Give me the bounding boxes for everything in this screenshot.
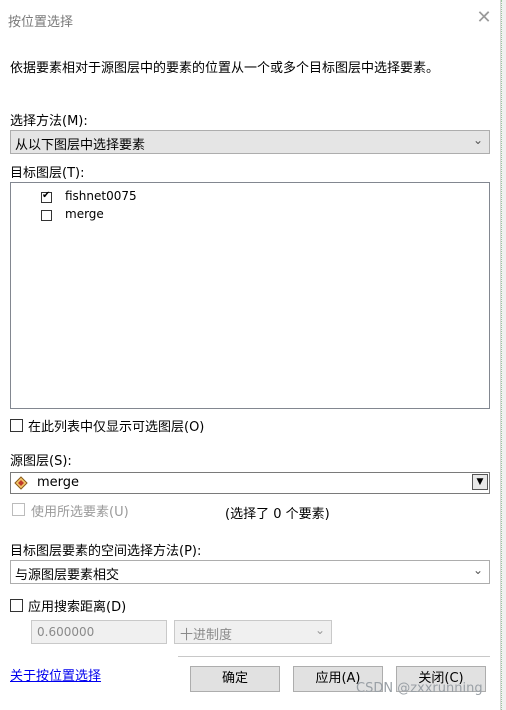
select-by-location-dialog: 按位置选择 ✕ 依据要素相对于源图层中的要素的位置从一个或多个目标图层中选择要素… (0, 0, 501, 710)
close-icon[interactable]: ✕ (474, 8, 494, 28)
source-layer-label: 源图层(S): (10, 454, 72, 469)
chevron-down-icon: ⌄ (472, 133, 483, 147)
spatial-method-label: 目标图层要素的空间选择方法(P): (10, 544, 202, 559)
layer-name: merge (65, 207, 104, 221)
dropdown-arrow-icon[interactable]: ▼ (472, 474, 488, 490)
use-selected-checkbox[interactable] (12, 503, 25, 516)
search-distance-checkbox[interactable] (10, 599, 23, 612)
only-selectable-label: 在此列表中仅显示可选图层(O) (28, 420, 205, 435)
search-distance-value: 0.600000 (37, 625, 95, 639)
distance-unit-value: 十进制度 (180, 628, 233, 643)
chevron-down-icon: ⌄ (472, 563, 483, 577)
source-layer-value: merge (37, 475, 80, 490)
use-selected-label: 使用所选要素(U) (31, 505, 129, 520)
footer-divider (178, 656, 490, 657)
title-bar: 按位置选择 ✕ (0, 0, 500, 38)
spatial-method-dropdown[interactable]: 与源图层要素相交 ⌄ (10, 560, 490, 584)
selection-method-label: 选择方法(M): (10, 114, 88, 129)
search-distance-label: 应用搜索距离(D) (28, 600, 127, 615)
search-distance-input[interactable]: 0.600000 (31, 620, 167, 644)
watermark-text: CSDN @zxxrunning (356, 681, 483, 696)
only-selectable-checkbox[interactable] (10, 419, 23, 432)
selected-count-status: (选择了 0 个要素) (225, 507, 330, 522)
selection-method-value: 从以下图层中选择要素 (15, 138, 146, 153)
chevron-down-icon: ⌄ (314, 623, 325, 637)
help-link[interactable]: 关于按位置选择 (10, 665, 101, 684)
dialog-title: 按位置选择 (8, 15, 74, 30)
layer-name: fishnet0075 (65, 189, 137, 203)
target-layers-list[interactable]: fishnet0075 merge (10, 182, 490, 409)
spatial-method-value: 与源图层要素相交 (15, 568, 120, 583)
checkbox-fishnet0075[interactable] (41, 190, 52, 203)
window-edge (501, 0, 506, 710)
target-layers-label: 目标图层(T): (10, 166, 85, 181)
selection-method-dropdown[interactable]: 从以下图层中选择要素 ⌄ (10, 130, 490, 154)
checkbox-merge[interactable] (41, 210, 52, 221)
description-text: 依据要素相对于源图层中的要素的位置从一个或多个目标图层中选择要素。 (10, 61, 440, 76)
polygon-layer-icon (14, 476, 28, 490)
ok-button[interactable]: 确定 (190, 666, 280, 692)
distance-unit-dropdown[interactable]: 十进制度 ⌄ (174, 620, 332, 644)
source-layer-dropdown[interactable]: merge ▼ (10, 472, 490, 494)
